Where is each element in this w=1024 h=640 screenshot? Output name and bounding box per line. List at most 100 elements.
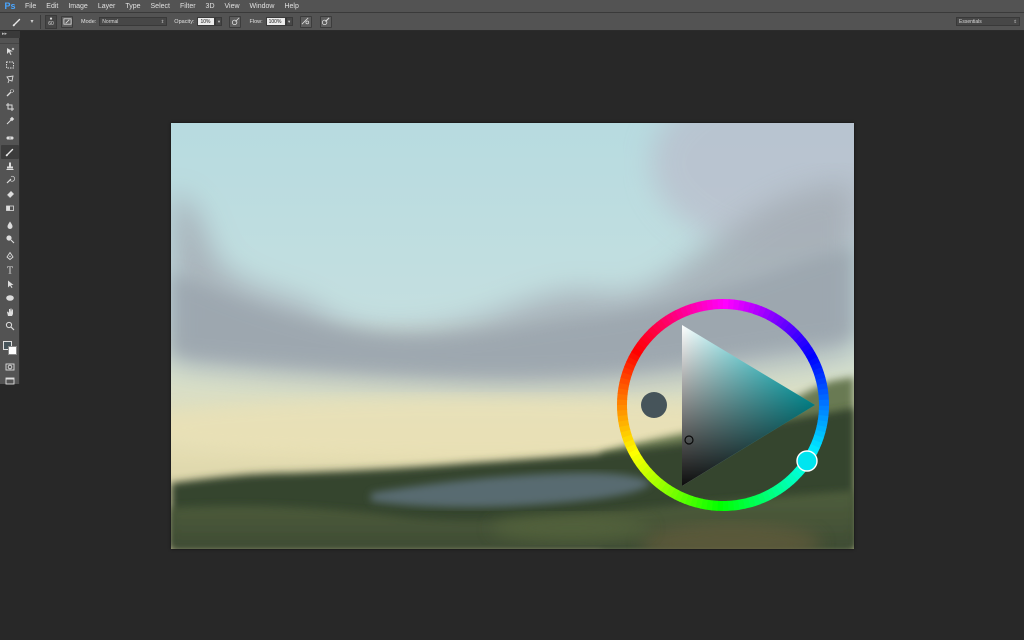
options-bar: ▾ ● 60 Mode: Normal ⇕ Opacity: 10% ▾ Flo… xyxy=(0,13,1024,31)
hue-ring-segment xyxy=(797,338,810,350)
hue-ring-segment xyxy=(636,460,649,472)
hue-ring-segment xyxy=(770,313,782,325)
hue-ring-segment xyxy=(808,444,820,454)
airbrush-button[interactable] xyxy=(299,15,312,28)
clone-stamp-tool[interactable] xyxy=(1,159,19,173)
hue-ring-segment xyxy=(695,301,704,313)
zoom-tool[interactable] xyxy=(1,319,19,333)
menu-3d[interactable]: 3D xyxy=(201,3,220,10)
opacity-slider-button[interactable]: ▾ xyxy=(215,17,223,26)
hand-icon xyxy=(7,308,13,316)
crop-tool[interactable] xyxy=(1,100,19,114)
hue-ring-segment xyxy=(631,346,643,358)
move-tool[interactable] xyxy=(1,44,19,58)
healing-brush-icon xyxy=(6,136,14,140)
hue-ring-segment xyxy=(669,487,680,500)
menu-select[interactable]: Select xyxy=(146,3,175,10)
hue-ring-segment xyxy=(810,439,822,449)
ellipse-tool[interactable] xyxy=(1,291,19,305)
hue-ring-segment xyxy=(752,304,762,316)
hue-ring-segment xyxy=(660,315,672,328)
hue-ring-segment xyxy=(684,494,694,506)
type-tool[interactable]: T xyxy=(1,263,19,277)
flow-input[interactable]: 100% xyxy=(265,17,286,26)
marquee-tool[interactable] xyxy=(1,58,19,72)
brush-panel-button[interactable] xyxy=(61,15,73,28)
blur-tool[interactable] xyxy=(1,218,19,232)
eraser-tool[interactable] xyxy=(1,187,19,201)
hue-ring-segment xyxy=(711,500,719,511)
menu-image[interactable]: Image xyxy=(63,3,92,10)
dodge-tool[interactable] xyxy=(1,232,19,246)
hue-ring-segment xyxy=(705,499,713,511)
menu-bar: Ps File Edit Image Layer Type Select Filter 3D V… xyxy=(0,0,1024,13)
quick-selection-icon xyxy=(6,88,15,97)
history-brush-tool[interactable] xyxy=(1,173,19,187)
hue-ring-segment xyxy=(670,310,681,322)
pressure-opacity-button[interactable] xyxy=(229,15,242,28)
hue-ring-segment xyxy=(647,472,659,484)
screen-mode-button[interactable] xyxy=(1,374,19,388)
pen-icon xyxy=(6,251,14,261)
menu-type[interactable]: Type xyxy=(120,3,145,10)
menu-window[interactable]: Window xyxy=(245,3,280,10)
hue-ring-segment xyxy=(751,494,761,507)
hue-ring-segment xyxy=(742,497,751,509)
hue-handle[interactable] xyxy=(796,450,818,472)
hue-ring-segment xyxy=(756,492,767,505)
hue-ring-segment xyxy=(790,469,802,481)
brush-tool[interactable] xyxy=(1,145,19,159)
mode-value: Normal xyxy=(102,18,119,25)
healing-brush-tool[interactable] xyxy=(1,131,19,145)
brush-preset-picker[interactable]: ● 60 xyxy=(45,14,57,29)
hue-ring-segment xyxy=(664,485,676,497)
background-color-swatch[interactable] xyxy=(8,346,17,355)
hue-ring-segment xyxy=(775,316,786,328)
lasso-tool[interactable] xyxy=(1,72,19,86)
tool-preset-picker[interactable] xyxy=(6,15,28,29)
current-color-sample xyxy=(641,392,667,418)
hue-ring-segment xyxy=(757,306,767,318)
chevron-down-icon[interactable]: ▾ xyxy=(28,18,36,25)
menu-help[interactable]: Help xyxy=(279,3,303,10)
pressure-size-button[interactable] xyxy=(319,15,332,28)
menu-layer[interactable]: Layer xyxy=(93,3,121,10)
menu-filter[interactable]: Filter xyxy=(175,3,201,10)
hand-tool[interactable] xyxy=(1,305,19,319)
hue-ring-segment xyxy=(623,438,636,449)
hue-ring-segment xyxy=(783,322,795,335)
hue-ring-segment xyxy=(640,464,652,476)
eyedropper-tool[interactable] xyxy=(1,114,19,128)
toolbar-collapse-button[interactable]: ▸▸ xyxy=(0,31,20,38)
menu-edit[interactable]: Edit xyxy=(41,3,63,10)
menu-file[interactable]: File xyxy=(20,3,41,10)
mode-select[interactable]: Normal ⇕ xyxy=(99,17,168,26)
quick-mask-button[interactable] xyxy=(1,360,19,374)
opacity-input[interactable]: 10% xyxy=(197,17,216,26)
path-selection-tool[interactable] xyxy=(1,277,19,291)
brush-icon xyxy=(5,148,14,157)
zoom-icon xyxy=(5,321,15,331)
workspace-value: Essentials xyxy=(959,18,982,25)
menu-view[interactable]: View xyxy=(220,3,245,10)
saturation-brightness-triangle[interactable] xyxy=(682,325,815,486)
tool-group-gap xyxy=(0,333,19,336)
path-selection-icon xyxy=(8,280,14,288)
hue-ring-segment xyxy=(626,356,638,366)
quick-selection-tool[interactable] xyxy=(1,86,19,100)
hue-ring-segment xyxy=(786,472,798,485)
chevron-updown-icon: ⇕ xyxy=(1013,18,1017,24)
hud-color-picker[interactable] xyxy=(616,298,830,512)
move-icon xyxy=(7,47,15,55)
hue-ring-segment xyxy=(733,299,741,311)
pen-tool[interactable] xyxy=(1,249,19,263)
hue-ring-segment xyxy=(770,485,781,498)
blur-icon xyxy=(7,221,13,229)
hue-ring-segment xyxy=(747,302,757,314)
workspace-switcher[interactable]: Essentials ⇕ xyxy=(956,17,1020,26)
gradient-tool[interactable] xyxy=(1,201,19,215)
hue-ring-segment xyxy=(761,490,772,503)
hue-ring-segment xyxy=(700,300,709,312)
hue-ring-segment xyxy=(655,479,667,491)
flow-slider-button[interactable]: ▾ xyxy=(285,17,293,26)
